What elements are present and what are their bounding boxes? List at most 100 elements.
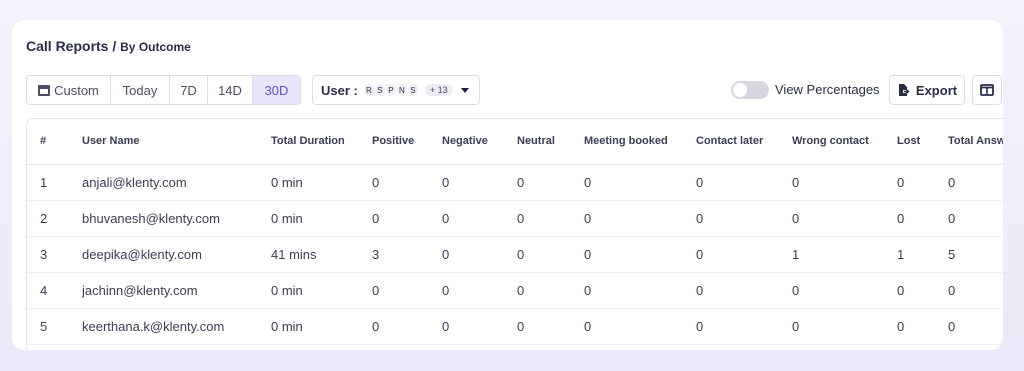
table-cell: 0 — [897, 200, 948, 237]
table-cell: 0 — [696, 272, 792, 309]
table-cell: 0 — [948, 308, 1003, 345]
column-header[interactable]: Positive — [372, 119, 442, 165]
title-separator: / — [108, 38, 121, 54]
table-cell: 0 — [372, 308, 442, 345]
table-cell: 0 — [792, 164, 897, 201]
table-cell: 0 — [517, 236, 584, 273]
user-filter-dropdown[interactable]: User : R S P N S + 13 — [312, 75, 480, 105]
table-cell: 0 — [517, 308, 584, 345]
column-header[interactable]: Contact later — [696, 119, 792, 165]
table-row[interactable]: 4 jachinn@klenty.com 0 min 0 0 0 0 0 0 0 0 — [27, 272, 1003, 309]
toggle-knob — [733, 83, 747, 97]
table-cell: 0 — [442, 308, 517, 345]
table-cell: 4 — [27, 272, 82, 309]
column-settings-button[interactable] — [972, 75, 1002, 105]
title-main: Call Reports — [26, 38, 109, 54]
table-header-row: # User Name Total Duration Positive Negative… — [27, 119, 1003, 165]
table-cell: 0 min — [271, 272, 372, 309]
export-label: Export — [915, 82, 958, 98]
table-cell: 0 — [897, 308, 948, 345]
table-cell: anjali@klenty.com — [82, 164, 271, 201]
range-30d-button[interactable]: 30D — [253, 76, 300, 104]
table-cell: 1 — [792, 236, 897, 273]
table-cell: 0 — [442, 272, 517, 309]
table-cell: 0 — [372, 200, 442, 237]
table-cell: 0 — [442, 164, 517, 201]
avatar: S — [406, 83, 419, 97]
title-subtitle: By Outcome — [120, 40, 191, 54]
table-cell: 0 — [792, 272, 897, 309]
table-cell: bhuvanesh@klenty.com — [82, 200, 271, 237]
outcome-table-container[interactable]: # User Name Total Duration Positive Negative… — [26, 118, 1003, 350]
table-cell: 0 — [442, 200, 517, 237]
table-cell: 0 — [517, 272, 584, 309]
table-cell: keerthana.k@klenty.com — [82, 308, 271, 345]
view-percentages-toggle[interactable] — [731, 81, 769, 99]
calendar-icon — [38, 84, 51, 96]
range-custom-label: Custom — [54, 82, 99, 98]
date-range-selector: Custom Today 7D 14D 30D — [26, 75, 301, 105]
column-header[interactable]: Meeting booked — [584, 119, 696, 165]
range-7d-button[interactable]: 7D — [170, 76, 208, 104]
table-cell: 0 — [897, 164, 948, 201]
table-cell: 0 — [584, 272, 696, 309]
table-cell: 1 — [27, 164, 82, 201]
column-header[interactable]: Wrong contact — [792, 119, 897, 165]
table-cell: 41 mins — [271, 236, 372, 273]
outcome-table: # User Name Total Duration Positive Negative… — [27, 119, 1003, 345]
page-title: Call Reports / By Outcome — [26, 38, 191, 54]
table-cell: 0 — [696, 236, 792, 273]
table-cell: 0 — [897, 272, 948, 309]
range-14d-button[interactable]: 14D — [208, 76, 253, 104]
table-cell: 5 — [27, 308, 82, 345]
column-header[interactable]: Total Duration — [271, 119, 372, 165]
table-cell: 0 — [792, 308, 897, 345]
report-card: Call Reports / By Outcome Custom Today 7… — [12, 20, 1003, 350]
user-avatars: R S P N S — [362, 83, 419, 97]
table-cell: 0 — [948, 164, 1003, 201]
table-cell: 0 — [517, 200, 584, 237]
table-cell: 5 — [948, 236, 1003, 273]
table-row[interactable]: 1 anjali@klenty.com 0 min 0 0 0 0 0 0 0 0 — [27, 164, 1003, 201]
column-header[interactable]: # — [27, 119, 82, 165]
table-row[interactable]: 5 keerthana.k@klenty.com 0 min 0 0 0 0 0 0 0 0 — [27, 308, 1003, 345]
table-cell: jachinn@klenty.com — [82, 272, 271, 309]
table-cell: 0 — [442, 236, 517, 273]
table-row[interactable]: 2 bhuvanesh@klenty.com 0 min 0 0 0 0 0 0 0 0 — [27, 200, 1003, 237]
table-row[interactable]: 3 deepika@klenty.com 41 mins 3 0 0 0 0 1 1 5 — [27, 236, 1003, 273]
table-cell: 0 — [696, 308, 792, 345]
table-cell: 0 min — [271, 308, 372, 345]
caret-down-icon — [460, 87, 469, 93]
table-cell: 0 min — [271, 200, 372, 237]
table-cell: 0 — [584, 236, 696, 273]
more-users-badge: + 13 — [424, 84, 453, 96]
column-header[interactable]: Total Answ — [948, 119, 1003, 165]
column-header[interactable]: Negative — [442, 119, 517, 165]
range-custom-button[interactable]: Custom — [27, 76, 111, 104]
view-percentages-label: View Percentages — [775, 82, 880, 97]
table-cell: 0 — [948, 272, 1003, 309]
table-cell: 1 — [897, 236, 948, 273]
table-cell: 0 — [584, 200, 696, 237]
table-cell: 0 — [948, 200, 1003, 237]
table-cell: 0 — [696, 200, 792, 237]
table-cell: 0 — [372, 272, 442, 309]
table-cell: 3 — [27, 236, 82, 273]
table-cell: 0 — [584, 308, 696, 345]
export-button[interactable]: Export — [889, 75, 965, 105]
table-cell: 0 — [372, 164, 442, 201]
table-cell: 0 — [696, 164, 792, 201]
table-cell: 0 — [584, 164, 696, 201]
column-header[interactable]: Lost — [897, 119, 948, 165]
table-cell: 0 min — [271, 164, 372, 201]
table-cell: 2 — [27, 200, 82, 237]
user-filter-label: User : — [321, 82, 358, 98]
columns-icon — [980, 84, 994, 96]
export-icon — [898, 84, 910, 96]
table-cell: 0 — [792, 200, 897, 237]
table-cell: 3 — [372, 236, 442, 273]
column-header[interactable]: User Name — [82, 119, 271, 165]
range-today-button[interactable]: Today — [111, 76, 170, 104]
column-header[interactable]: Neutral — [517, 119, 584, 165]
table-cell: 0 — [517, 164, 584, 201]
